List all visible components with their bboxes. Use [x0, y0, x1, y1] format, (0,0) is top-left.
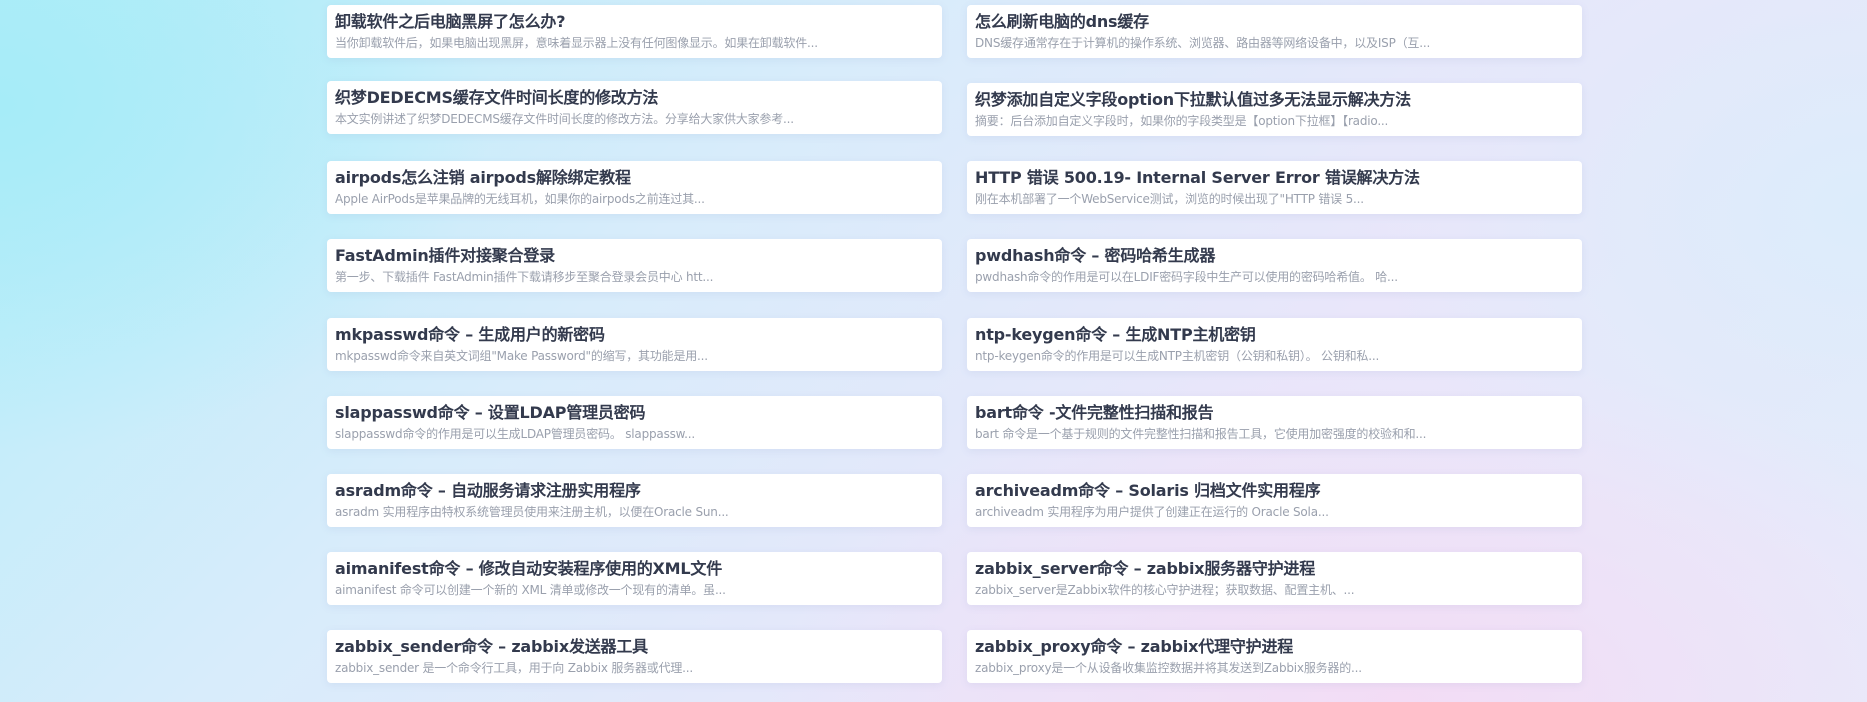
article-card[interactable]: aimanifest命令 – 修改自动安装程序使用的XML文件 aimanife…	[327, 552, 942, 605]
article-summary: archiveadm 实用程序为用户提供了创建正在运行的 Oracle Sola…	[975, 505, 1329, 519]
article-summary: 摘要：后台添加自定义字段时，如果你的字段类型是【option下拉框】【radio…	[975, 114, 1389, 128]
article-summary: ntp-keygen命令的作用是可以生成NTP主机密钥（公钥和私钥）。 公钥和私…	[975, 349, 1380, 363]
article-card[interactable]: 织梦添加自定义字段option下拉默认值过多无法显示解决方法 摘要：后台添加自定…	[967, 83, 1582, 136]
article-title[interactable]: airpods怎么注销 airpods解除绑定教程	[335, 166, 934, 190]
article-title[interactable]: aimanifest命令 – 修改自动安装程序使用的XML文件	[335, 557, 934, 581]
article-title[interactable]: pwdhash命令 – 密码哈希生成器	[975, 244, 1574, 268]
article-card[interactable]: mkpasswd命令 – 生成用户的新密码 mkpasswd命令来自英文词组"M…	[327, 318, 942, 371]
article-title[interactable]: 织梦添加自定义字段option下拉默认值过多无法显示解决方法	[975, 88, 1574, 112]
article-title[interactable]: asradm命令 – 自动服务请求注册实用程序	[335, 479, 934, 503]
article-summary: bart 命令是一个基于规则的文件完整性扫描和报告工具，它使用加密强度的校验和和…	[975, 427, 1427, 441]
article-summary: Apple AirPods是苹果品牌的无线耳机，如果你的airpods之前连过其…	[335, 192, 705, 206]
article-summary: asradm 实用程序由特权系统管理员使用来注册主机，以便在Oracle Sun…	[335, 505, 729, 519]
article-summary: DNS缓存通常存在于计算机的操作系统、浏览器、路由器等网络设备中，以及ISP（互…	[975, 36, 1431, 50]
article-card[interactable]: pwdhash命令 – 密码哈希生成器 pwdhash命令的作用是可以在LDIF…	[967, 239, 1582, 292]
article-title[interactable]: FastAdmin插件对接聚合登录	[335, 244, 934, 268]
article-card[interactable]: zabbix_proxy命令 – zabbix代理守护进程 zabbix_pro…	[967, 630, 1582, 683]
article-title[interactable]: zabbix_server命令 – zabbix服务器守护进程	[975, 557, 1574, 581]
article-title[interactable]: 织梦DEDECMS缓存文件时间长度的修改方法	[335, 86, 934, 110]
article-card[interactable]: FastAdmin插件对接聚合登录 第一步、下载插件 FastAdmin插件下载…	[327, 239, 942, 292]
article-title[interactable]: ntp-keygen命令 – 生成NTP主机密钥	[975, 323, 1574, 347]
article-summary: mkpasswd命令来自英文词组"Make Password"的缩写，其功能是用…	[335, 349, 708, 363]
article-title[interactable]: zabbix_proxy命令 – zabbix代理守护进程	[975, 635, 1574, 659]
article-card[interactable]: airpods怎么注销 airpods解除绑定教程 Apple AirPods是…	[327, 161, 942, 214]
article-summary: zabbix_server是Zabbix软件的核心守护进程；获取数据、配置主机、…	[975, 583, 1355, 597]
article-summary: 刚在本机部署了一个WebService测试，浏览的时候出现了"HTTP 错误 5…	[975, 192, 1364, 206]
article-card[interactable]: zabbix_server命令 – zabbix服务器守护进程 zabbix_s…	[967, 552, 1582, 605]
article-card[interactable]: 怎么刷新电脑的dns缓存 DNS缓存通常存在于计算机的操作系统、浏览器、路由器等…	[967, 5, 1582, 58]
article-title[interactable]: slappasswd命令 – 设置LDAP管理员密码	[335, 401, 934, 425]
article-card[interactable]: asradm命令 – 自动服务请求注册实用程序 asradm 实用程序由特权系统…	[327, 474, 942, 527]
article-card[interactable]: zabbix_sender命令 – zabbix发送器工具 zabbix_sen…	[327, 630, 942, 683]
article-card[interactable]: HTTP 错误 500.19- Internal Server Error 错误…	[967, 161, 1582, 214]
article-card[interactable]: bart命令 -文件完整性扫描和报告 bart 命令是一个基于规则的文件完整性扫…	[967, 396, 1582, 449]
article-card[interactable]: ntp-keygen命令 – 生成NTP主机密钥 ntp-keygen命令的作用…	[967, 318, 1582, 371]
article-title[interactable]: archiveadm命令 – Solaris 归档文件实用程序	[975, 479, 1574, 503]
article-summary: zabbix_proxy是一个从设备收集监控数据并将其发送到Zabbix服务器的…	[975, 661, 1362, 675]
article-title[interactable]: zabbix_sender命令 – zabbix发送器工具	[335, 635, 934, 659]
article-title[interactable]: mkpasswd命令 – 生成用户的新密码	[335, 323, 934, 347]
article-summary: pwdhash命令的作用是可以在LDIF密码字段中生产可以使用的密码哈希值。 哈…	[975, 270, 1398, 284]
article-title[interactable]: bart命令 -文件完整性扫描和报告	[975, 401, 1574, 425]
article-card[interactable]: archiveadm命令 – Solaris 归档文件实用程序 archivea…	[967, 474, 1582, 527]
article-summary: aimanifest 命令可以创建一个新的 XML 清单或修改一个现有的清单。虽…	[335, 583, 726, 597]
article-card[interactable]: 卸载软件之后电脑黑屏了怎么办? 当你卸载软件后，如果电脑出现黑屏，意味着显示器上…	[327, 5, 942, 58]
article-card[interactable]: slappasswd命令 – 设置LDAP管理员密码 slappasswd命令的…	[327, 396, 942, 449]
article-title[interactable]: 卸载软件之后电脑黑屏了怎么办?	[335, 10, 934, 34]
article-grid: 卸载软件之后电脑黑屏了怎么办? 当你卸载软件后，如果电脑出现黑屏，意味着显示器上…	[0, 0, 1867, 702]
article-title[interactable]: HTTP 错误 500.19- Internal Server Error 错误…	[975, 166, 1574, 190]
article-summary: slappasswd命令的作用是可以生成LDAP管理员密码。 slappassw…	[335, 427, 696, 441]
article-title[interactable]: 怎么刷新电脑的dns缓存	[975, 10, 1574, 34]
article-summary: 第一步、下载插件 FastAdmin插件下载请移步至聚合登录会员中心 htt..…	[335, 270, 714, 284]
article-summary: 本文实例讲述了织梦DEDECMS缓存文件时间长度的修改方法。分享给大家供大家参考…	[335, 112, 794, 126]
article-summary: zabbix_sender 是一个命令行工具，用于向 Zabbix 服务器或代理…	[335, 661, 694, 675]
article-summary: 当你卸载软件后，如果电脑出现黑屏，意味着显示器上没有任何图像显示。如果在卸载软件…	[335, 36, 818, 50]
article-card[interactable]: 织梦DEDECMS缓存文件时间长度的修改方法 本文实例讲述了织梦DEDECMS缓…	[327, 81, 942, 134]
